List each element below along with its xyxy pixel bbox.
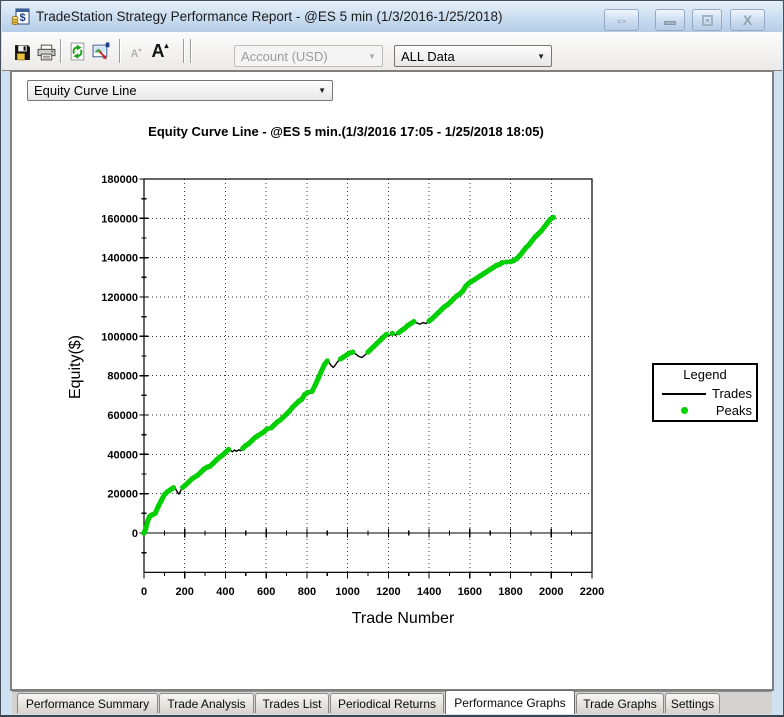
svg-text:1200: 1200 (376, 586, 400, 598)
peaks-dot-sample (681, 407, 688, 414)
close-button[interactable]: X (730, 9, 765, 31)
tab-periodical-returns[interactable]: Periodical Returns (330, 693, 444, 713)
export-graph-icon (92, 42, 111, 61)
tab-trade-graphs[interactable]: Trade Graphs (576, 693, 664, 713)
svg-text:2000: 2000 (539, 586, 563, 598)
app-icon: $ (11, 7, 31, 27)
save-button[interactable] (10, 37, 34, 67)
svg-text:0: 0 (141, 586, 147, 598)
refresh-icon (69, 42, 86, 61)
svg-text:20000: 20000 (107, 489, 138, 501)
account-dropdown-value: Account (USD) (241, 49, 328, 64)
svg-text:60000: 60000 (107, 410, 138, 422)
legend-label-trades: Trades (712, 386, 753, 401)
svg-text:1000: 1000 (335, 586, 359, 598)
data-range-dropdown[interactable]: ALL Data ▼ (394, 45, 552, 67)
svg-text:Trade Number: Trade Number (352, 610, 455, 627)
tab-performance-summary[interactable]: Performance Summary (17, 693, 158, 713)
svg-text:180000: 180000 (101, 174, 138, 186)
tab-performance-graphs[interactable]: Performance Graphs (445, 690, 575, 714)
tab-trade-analysis[interactable]: Trade Analysis (159, 693, 254, 713)
chevron-down-icon: ▼ (537, 52, 545, 61)
decrease-font-button[interactable]: A▾ (124, 39, 148, 69)
export-graph-button[interactable] (89, 36, 113, 66)
decrease-caret: ▾ (138, 47, 141, 54)
svg-text:1400: 1400 (417, 586, 441, 598)
svg-text:Equity($): Equity($) (67, 335, 84, 399)
toolbar-separator (183, 39, 184, 63)
svg-text:100000: 100000 (101, 331, 138, 343)
svg-text:$: $ (19, 12, 25, 24)
svg-text:160000: 160000 (101, 213, 138, 225)
chart-title: Equity Curve Line - @ES 5 min.(1/3/2016 … (111, 124, 581, 139)
restore-button[interactable] (692, 9, 722, 31)
print-icon (37, 44, 56, 61)
svg-text:1600: 1600 (458, 586, 482, 598)
trades-line-sample (662, 393, 706, 395)
svg-text:1800: 1800 (498, 586, 522, 598)
legend-label-peaks: Peaks (716, 403, 753, 418)
increase-font-icon: A (151, 41, 164, 62)
toolbar-separator (119, 39, 120, 63)
graph-type-dropdown-value: Equity Curve Line (34, 83, 137, 98)
svg-text:120000: 120000 (101, 292, 138, 304)
legend: Legend Trades Peaks (652, 363, 758, 422)
legend-entry-trades: Trades (657, 385, 753, 402)
minimize-icon (664, 21, 676, 25)
window-title: TradeStation Strategy Performance Report… (36, 1, 502, 32)
chevron-down-icon: ▼ (318, 86, 326, 95)
svg-text:2200: 2200 (580, 586, 604, 598)
chevron-down-icon: ▼ (368, 52, 376, 61)
restore-icon (702, 15, 713, 26)
increase-caret: ▴ (164, 41, 168, 50)
save-icon (14, 44, 31, 61)
horizontal-arrows-icon: ⇔ (615, 12, 629, 28)
toolbar-separator (60, 39, 61, 63)
svg-text:200: 200 (176, 586, 194, 598)
svg-text:800: 800 (298, 586, 316, 598)
svg-text:140000: 140000 (101, 253, 138, 265)
tab-settings[interactable]: Settings (665, 693, 720, 713)
data-range-dropdown-value: ALL Data (401, 49, 455, 64)
minimize-button[interactable] (655, 9, 685, 31)
equity-curve-chart: 0200004000060000800001000001200001400001… (61, 159, 673, 641)
toolbar-separator (190, 39, 191, 63)
dock-toggle-button[interactable]: ⇔ (604, 9, 639, 31)
svg-text:0: 0 (132, 528, 138, 540)
increase-font-button[interactable]: A▴ (148, 36, 172, 66)
svg-text:600: 600 (257, 586, 275, 598)
tradestation-report-window: $ TradeStation Strategy Performance Repo… (0, 0, 784, 717)
account-dropdown[interactable]: Account (USD) ▼ (234, 45, 383, 67)
tab-trades-list[interactable]: Trades List (255, 693, 329, 713)
print-button[interactable] (34, 37, 58, 67)
svg-text:40000: 40000 (107, 449, 138, 461)
svg-text:400: 400 (216, 586, 234, 598)
graph-type-dropdown[interactable]: Equity Curve Line ▼ (27, 80, 333, 101)
refresh-button[interactable] (65, 36, 89, 66)
toolbar: A▾ A▴ Account (USD) ▼ ALL Data ▼ (2, 32, 782, 71)
close-icon: X (743, 12, 752, 28)
legend-title: Legend (657, 367, 753, 385)
legend-entry-peaks: Peaks (657, 402, 753, 419)
titlebar: $ TradeStation Strategy Performance Repo… (2, 1, 782, 32)
svg-text:80000: 80000 (107, 371, 138, 383)
